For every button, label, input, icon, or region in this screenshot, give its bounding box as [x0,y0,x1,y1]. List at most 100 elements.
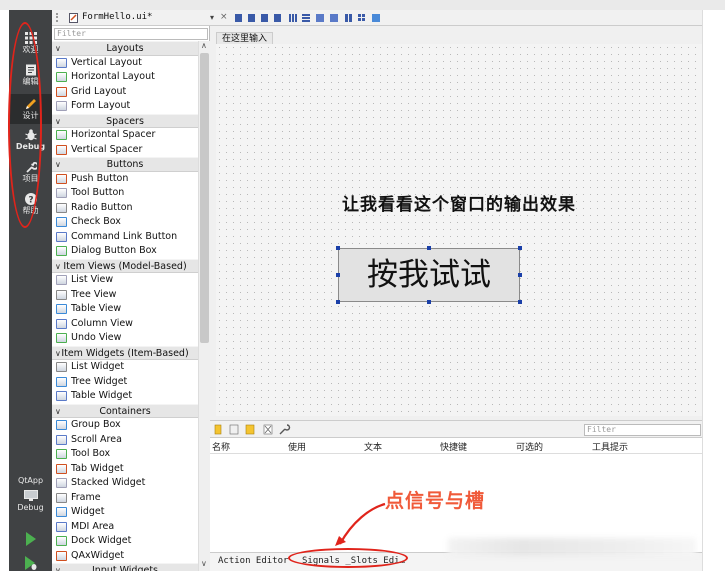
widget-item[interactable]: Horizontal Spacer [52,128,198,143]
category-header[interactable]: ∨ Item Widgets (Item-Based) [52,345,198,360]
widget-item-label: Command Link Button [71,230,178,242]
widget-item[interactable]: Dialog Button Box [52,244,198,259]
widget-item-label: Dialog Button Box [71,245,157,256]
widget-item[interactable]: List Widget [52,360,198,375]
selection-handle[interactable] [336,246,340,250]
widget-item-label: Tree Widget [71,375,128,387]
kit-selector[interactable]: Debug [9,490,52,520]
selection-handle[interactable] [518,273,522,277]
widget-item[interactable]: Tree View [52,288,198,303]
widget-list-scrollbar[interactable]: ∧ ∨ [198,41,210,571]
category-header[interactable]: ∨ Input Widgets [52,563,198,571]
category-header[interactable]: ∨ Spacers [52,113,198,128]
column-header-shortcut[interactable]: 快捷键 [440,440,467,453]
widget-item[interactable]: Tree Widget [52,375,198,390]
widget-item[interactable]: Table View [52,302,198,317]
editor-file-name[interactable]: FormHello.ui* [82,12,152,22]
widget-item[interactable]: Radio Button [52,201,198,216]
widget-type-icon [56,72,67,83]
selection-handle[interactable] [427,300,431,304]
widget-item-label: Check Box [71,216,121,227]
chevron-down-icon: ∨ [55,348,61,358]
widget-item-label: Tab Widget [71,462,124,474]
selection-handle[interactable] [336,300,340,304]
column-header-name[interactable]: 名称 [212,440,230,453]
close-icon[interactable]: × [220,12,228,22]
selection-handle[interactable] [518,300,522,304]
annotation-arrow-icon [335,502,386,546]
action-table-header: 名称 使用 文本 快捷键 可选的 工具提示 [210,438,702,454]
column-header-tooltip[interactable]: 工具提示 [592,440,628,453]
category-header[interactable]: ∨ Layouts [52,41,198,56]
widget-item[interactable]: List View [52,273,198,288]
kit-label: QtApp [17,476,44,485]
widget-item-label: MDI Area [71,520,115,532]
widget-item[interactable]: Dock Widget [52,534,198,549]
category-header[interactable]: ∨ Containers [52,403,198,418]
widget-item-label: Tool Button [71,187,125,198]
category-label: Spacers [106,115,144,127]
widget-type-icon [56,521,67,532]
widget-type-icon [56,536,67,547]
widget-item[interactable]: Check Box [52,215,198,230]
chevron-down-icon: ∨ [55,261,61,271]
form-push-button[interactable]: 按我试试 [338,248,520,302]
form-label[interactable]: 让我看看这个窗口的输出效果 [216,190,702,215]
widget-item[interactable]: MDI Area [52,520,198,535]
tab-action-editor[interactable]: Action Editor [218,556,288,566]
chevron-down-icon[interactable]: ▾ [210,13,214,22]
column-header-checkable[interactable]: 可选的 [516,440,543,453]
widget-filter-input[interactable]: Filter [54,28,208,40]
category-header[interactable]: ∨ Item Views (Model-Based) [52,258,198,273]
widget-list-scroll-thumb[interactable] [200,53,209,343]
debug-run-button[interactable] [9,556,52,571]
widget-item[interactable]: Tool Button [52,186,198,201]
action-tool-icons[interactable] [214,424,294,435]
column-header-used[interactable]: 使用 [288,440,306,453]
form-canvas[interactable]: 让我看看这个窗口的输出效果 按我试试 [216,44,702,416]
widget-item[interactable]: Undo View [52,331,198,346]
widget-item[interactable]: QAxWidget [52,549,198,564]
widget-item[interactable]: Form Layout [52,99,198,114]
widget-item[interactable]: Vertical Spacer [52,143,198,158]
widget-item[interactable]: Push Button [52,172,198,187]
widget-item[interactable]: Widget [52,505,198,520]
scroll-up-icon[interactable]: ∧ [201,41,207,50]
widget-box: Filter ∨ Layouts Vertical Layout Horizontal… [52,26,210,571]
widget-item-label: Scroll Area [71,433,122,445]
widget-item-label: List View [71,274,114,285]
widget-item-label: Vertical Layout [71,56,142,68]
window-top-strip [0,0,725,10]
layout-tools-icons[interactable] [232,13,392,23]
widget-type-icon [56,420,67,431]
grip-icon [56,13,62,22]
widget-type-icon [56,130,67,141]
action-filter-input[interactable]: Filter [584,424,701,436]
widget-item[interactable]: Frame [52,491,198,506]
widget-item-label: Column View [71,317,133,329]
widget-item[interactable]: Vertical Layout [52,56,198,71]
widget-item[interactable]: Tab Widget [52,462,198,477]
selection-handle[interactable] [518,246,522,250]
run-button[interactable] [9,532,52,548]
widget-item[interactable]: Tool Box [52,447,198,462]
column-header-text[interactable]: 文本 [364,440,382,453]
chevron-down-icon: ∨ [55,44,61,53]
widget-item[interactable]: Stacked Widget [52,476,198,491]
selection-handle[interactable] [427,246,431,250]
widget-item[interactable]: Column View [52,317,198,332]
widget-item[interactable]: Grid Layout [52,85,198,100]
widget-item-label: Dock Widget [71,535,132,546]
widget-item[interactable]: Group Box [52,418,198,433]
scroll-down-icon[interactable]: ∨ [201,559,207,568]
widget-item[interactable]: Command Link Button [52,230,198,245]
category-header[interactable]: ∨ Buttons [52,157,198,172]
widget-item[interactable]: Table Widget [52,389,198,404]
widget-type-icon [56,333,67,344]
selection-handle[interactable] [336,273,340,277]
widget-item[interactable]: Horizontal Layout [52,70,198,85]
widget-item[interactable]: Scroll Area [52,433,198,448]
widget-type-icon [56,246,67,257]
widget-type-icon [56,101,67,112]
chevron-down-icon: ∨ [55,116,61,126]
